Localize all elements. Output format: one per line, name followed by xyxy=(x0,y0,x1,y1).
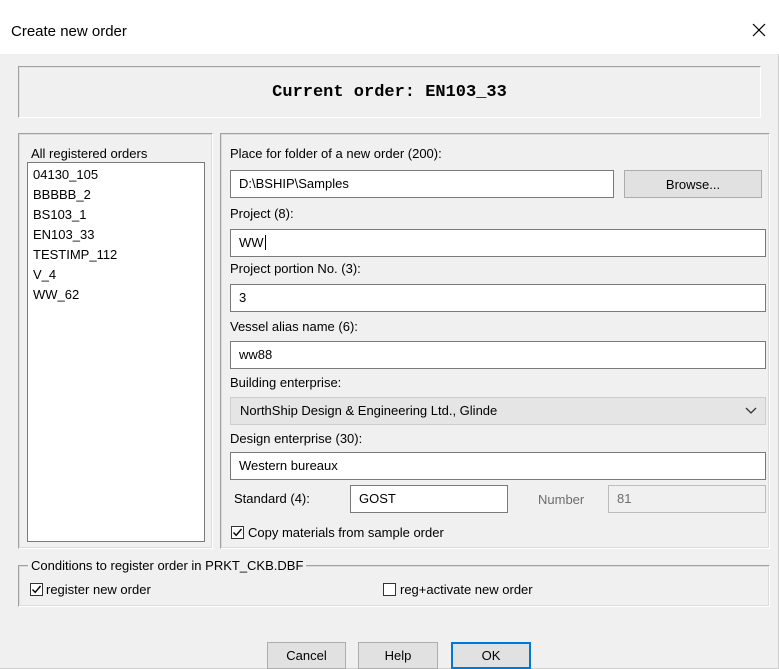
browse-button[interactable]: Browse... xyxy=(624,170,762,198)
portion-label: Project portion No. (3): xyxy=(230,261,361,276)
vessel-input[interactable]: ww88 xyxy=(230,341,766,369)
checkmark-icon xyxy=(232,528,243,537)
design-label: Design enterprise (30): xyxy=(230,431,363,446)
standard-input[interactable]: GOST xyxy=(350,485,508,513)
ok-button[interactable]: OK xyxy=(451,642,531,669)
create-order-dialog: Create new order Current order: EN103_33… xyxy=(0,0,779,669)
current-order-text: Current order: EN103_33 xyxy=(272,82,507,102)
project-input[interactable]: WW xyxy=(230,229,766,257)
register-checkbox[interactable] xyxy=(30,583,43,596)
list-item[interactable]: BS103_1 xyxy=(28,205,204,225)
design-input[interactable]: Western bureaux xyxy=(230,452,766,480)
folder-label: Place for folder of a new order (200): xyxy=(230,146,442,161)
list-item[interactable]: EN103_33 xyxy=(28,225,204,245)
activate-checkbox[interactable] xyxy=(383,583,396,596)
help-button[interactable]: Help xyxy=(358,642,438,669)
cancel-button[interactable]: Cancel xyxy=(267,642,346,669)
project-label: Project (8): xyxy=(230,206,294,221)
number-label: Number xyxy=(538,492,585,507)
activate-label[interactable]: reg+activate new order xyxy=(400,582,533,597)
list-item[interactable]: TESTIMP_112 xyxy=(28,245,204,265)
building-label: Building enterprise: xyxy=(230,375,342,390)
window-title: Create new order xyxy=(11,23,127,40)
copy-materials-checkbox[interactable] xyxy=(231,526,244,539)
orders-list-label: All registered orders xyxy=(31,146,148,161)
conditions-title: Conditions to register order in PRKT_CKB… xyxy=(28,558,307,573)
title-bar: Create new order xyxy=(0,0,779,54)
register-label[interactable]: register new order xyxy=(46,582,151,597)
list-item[interactable]: WW_62 xyxy=(28,285,204,305)
portion-input[interactable]: 3 xyxy=(230,284,766,312)
close-button[interactable] xyxy=(739,10,779,50)
building-select[interactable]: NorthShip Design & Engineering Ltd., Gli… xyxy=(230,397,766,425)
list-item[interactable]: V_4 xyxy=(28,265,204,285)
copy-materials-label[interactable]: Copy materials from sample order xyxy=(248,525,444,540)
chevron-down-icon xyxy=(745,407,757,414)
folder-input[interactable]: D:\BSHIP\Samples xyxy=(230,170,614,198)
building-selected-value: NorthShip Design & Engineering Ltd., Gli… xyxy=(240,403,498,418)
project-value: WW xyxy=(239,235,264,250)
vessel-label: Vessel alias name (6): xyxy=(230,319,358,334)
standard-label: Standard (4): xyxy=(234,491,310,506)
orders-listbox[interactable]: 04130_105 BBBBB_2 BS103_1 EN103_33 TESTI… xyxy=(27,162,205,542)
close-icon xyxy=(752,23,766,37)
list-item[interactable]: BBBBB_2 xyxy=(28,185,204,205)
text-caret xyxy=(264,235,266,250)
current-order-banner: Current order: EN103_33 xyxy=(18,66,761,118)
list-item[interactable]: 04130_105 xyxy=(28,165,204,185)
checkmark-icon xyxy=(31,585,42,594)
number-input: 81 xyxy=(608,485,766,513)
